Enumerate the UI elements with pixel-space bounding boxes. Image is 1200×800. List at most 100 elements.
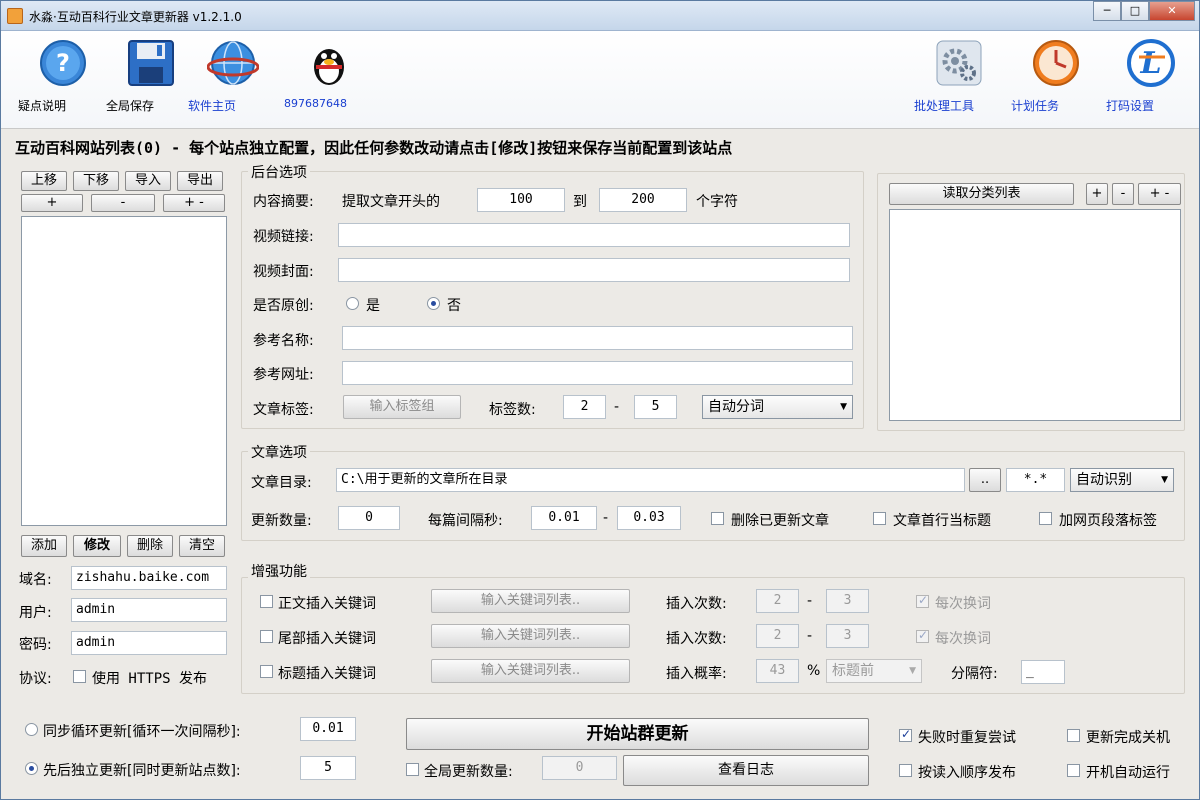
schedule-tool[interactable]: 计划任务 bbox=[1011, 37, 1101, 113]
delete-updated-checkbox[interactable] bbox=[711, 512, 724, 525]
clear-sites-button[interactable]: 清空 bbox=[179, 535, 225, 557]
original-no-label: 否 bbox=[447, 298, 461, 314]
window-title: 水淼·互动百科行业文章更新器 v1.2.1.0 bbox=[29, 10, 242, 24]
original-yes-radio[interactable] bbox=[346, 297, 359, 310]
site-listbox[interactable] bbox=[21, 216, 227, 526]
move-down-button[interactable]: 下移 bbox=[73, 171, 119, 191]
category-minus-button[interactable]: - bbox=[1112, 183, 1134, 205]
summary-to-input[interactable]: 200 bbox=[599, 188, 687, 212]
input-tags-button[interactable]: 输入标签组 bbox=[343, 395, 461, 419]
body-change-checkbox[interactable] bbox=[916, 593, 929, 608]
captcha-tool[interactable]: L 打码设置 bbox=[1106, 37, 1196, 113]
tag-mode-select[interactable]: 自动分词 bbox=[702, 395, 853, 419]
tag-max-input[interactable]: 5 bbox=[634, 395, 677, 419]
article-dir-input[interactable]: C:\用于更新的文章所在目录 bbox=[336, 468, 965, 492]
percent-label: % bbox=[807, 663, 821, 679]
delete-site-button[interactable]: 删除 bbox=[127, 535, 173, 557]
user-label: 用户: bbox=[19, 605, 52, 621]
shutdown-checkbox[interactable] bbox=[1067, 729, 1080, 742]
body-min-input[interactable]: 2 bbox=[756, 589, 799, 613]
autorun-checkbox[interactable] bbox=[1067, 764, 1080, 777]
globe-icon bbox=[206, 37, 260, 89]
site-plus-button[interactable]: + bbox=[21, 194, 83, 212]
separator-input[interactable]: _ bbox=[1021, 660, 1065, 684]
password-input[interactable]: admin bbox=[71, 631, 227, 655]
file-pattern-input[interactable]: *.* bbox=[1006, 468, 1065, 492]
domain-input[interactable]: zishahu.baike.com bbox=[71, 566, 227, 590]
save-tool[interactable]: 全局保存 bbox=[106, 37, 196, 113]
body-max-input[interactable]: 3 bbox=[826, 589, 869, 613]
title-position-select[interactable]: 标题前 bbox=[826, 659, 922, 683]
summary-to-label: 到 bbox=[573, 194, 587, 210]
user-input[interactable]: admin bbox=[71, 598, 227, 622]
insert-rate-label: 插入概率: bbox=[666, 666, 727, 682]
original-label: 是否原创: bbox=[253, 298, 314, 314]
title-keyword-list-button[interactable]: 输入关键词列表.. bbox=[431, 659, 630, 683]
video-link-input[interactable] bbox=[338, 223, 850, 247]
batch-tool[interactable]: 批处理工具 bbox=[914, 37, 1004, 113]
minimize-button[interactable]: ─ bbox=[1093, 1, 1121, 21]
seq-update-input[interactable]: 5 bbox=[300, 756, 356, 780]
tag-min-input[interactable]: 2 bbox=[563, 395, 606, 419]
close-button[interactable]: ✕ bbox=[1149, 1, 1195, 21]
tail-min-input[interactable]: 2 bbox=[756, 624, 799, 648]
add-paragraph-checkbox[interactable] bbox=[1039, 512, 1052, 525]
floppy-disk-icon bbox=[125, 37, 177, 89]
help-tool[interactable]: ? 疑点说明 bbox=[18, 37, 108, 113]
delete-updated-label: 删除已更新文章 bbox=[731, 513, 829, 529]
add-site-button[interactable]: 添加 bbox=[21, 535, 67, 557]
article-dir-label: 文章目录: bbox=[251, 475, 312, 491]
first-line-title-checkbox[interactable] bbox=[873, 512, 886, 525]
seq-update-radio[interactable] bbox=[25, 762, 38, 775]
ref-url-label: 参考网址: bbox=[253, 367, 314, 383]
global-count-input[interactable]: 0 bbox=[542, 756, 617, 780]
insert-rate-input[interactable]: 43 bbox=[756, 659, 799, 683]
title-keyword-checkbox[interactable] bbox=[260, 665, 273, 678]
seq-update-label: 先后独立更新[同时更新站点数]: bbox=[43, 763, 241, 779]
sync-loop-radio[interactable] bbox=[25, 723, 38, 736]
tail-keyword-checkbox[interactable] bbox=[260, 630, 273, 643]
browse-dir-button[interactable]: .. bbox=[969, 468, 1001, 492]
homepage-tool[interactable]: 软件主页 bbox=[188, 37, 278, 113]
encoding-select[interactable]: 自动识别 bbox=[1070, 468, 1174, 492]
body-keyword-list-button[interactable]: 输入关键词列表.. bbox=[431, 589, 630, 613]
body-keyword-checkbox[interactable] bbox=[260, 595, 273, 608]
interval-max-input[interactable]: 0.03 bbox=[617, 506, 681, 530]
site-minus-button[interactable]: - bbox=[91, 194, 155, 212]
update-count-input[interactable]: 0 bbox=[338, 506, 400, 530]
original-yes-label: 是 bbox=[366, 298, 380, 314]
export-button[interactable]: 导出 bbox=[177, 171, 223, 191]
read-category-button[interactable]: 读取分类列表 bbox=[889, 183, 1074, 205]
backend-options-title: 后台选项 bbox=[248, 162, 310, 182]
import-button[interactable]: 导入 bbox=[125, 171, 171, 191]
tail-keyword-label: 尾部插入关键词 bbox=[278, 631, 376, 647]
order-publish-checkbox[interactable] bbox=[899, 764, 912, 777]
ref-url-input[interactable] bbox=[342, 361, 853, 385]
https-checkbox[interactable] bbox=[73, 670, 86, 683]
ref-name-input[interactable] bbox=[342, 326, 853, 350]
tag-dash: - bbox=[614, 399, 620, 415]
maximize-button[interactable]: □ bbox=[1121, 1, 1149, 21]
category-plus-button[interactable]: + bbox=[1086, 183, 1108, 205]
tail-change-checkbox[interactable] bbox=[916, 628, 929, 643]
interval-min-input[interactable]: 0.01 bbox=[531, 506, 597, 530]
site-plusminus-button[interactable]: + - bbox=[163, 194, 225, 212]
start-update-button[interactable]: 开始站群更新 bbox=[406, 718, 869, 750]
tail-max-input[interactable]: 3 bbox=[826, 624, 869, 648]
global-count-checkbox[interactable] bbox=[406, 763, 419, 776]
move-up-button[interactable]: 上移 bbox=[21, 171, 67, 191]
category-listbox[interactable] bbox=[889, 209, 1181, 421]
category-plusminus-button[interactable]: + - bbox=[1138, 183, 1181, 205]
qq-tool[interactable]: 897687648 bbox=[284, 37, 374, 110]
retry-checkbox[interactable] bbox=[899, 727, 912, 742]
order-publish-label: 按读入顺序发布 bbox=[918, 765, 1016, 781]
sync-loop-input[interactable]: 0.01 bbox=[300, 717, 356, 741]
tail-keyword-list-button[interactable]: 输入关键词列表.. bbox=[431, 624, 630, 648]
video-cover-input[interactable] bbox=[338, 258, 850, 282]
summary-from-input[interactable]: 100 bbox=[477, 188, 565, 212]
modify-site-button[interactable]: 修改 bbox=[73, 535, 121, 557]
original-no-radio[interactable] bbox=[427, 297, 440, 310]
view-log-button[interactable]: 查看日志 bbox=[623, 755, 869, 786]
video-link-label: 视频链接: bbox=[253, 229, 314, 245]
add-paragraph-label: 加网页段落标签 bbox=[1059, 513, 1157, 529]
